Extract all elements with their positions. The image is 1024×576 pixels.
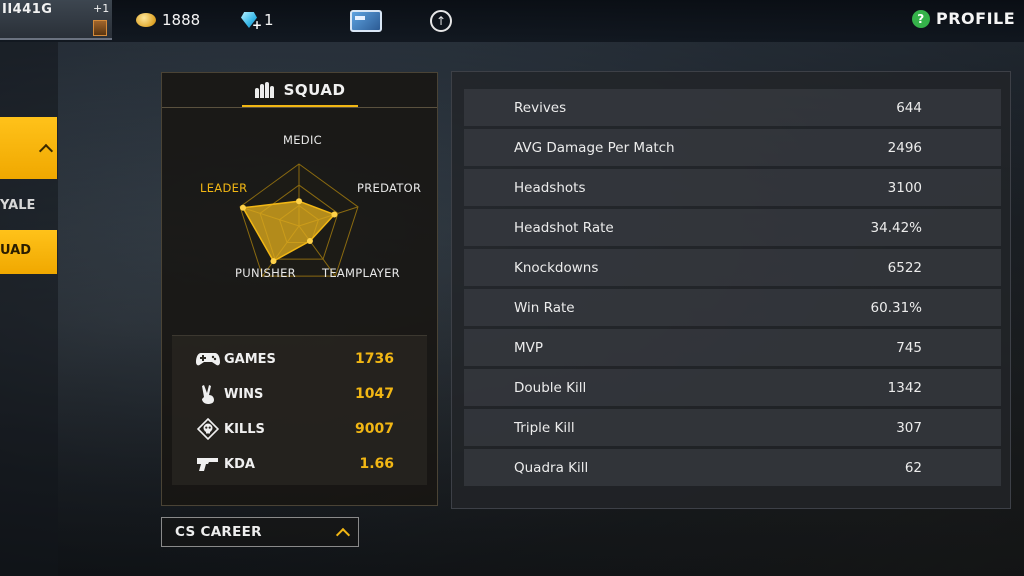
pistol-icon	[196, 455, 220, 473]
detail-row: Revives 644	[464, 89, 1001, 126]
radar-label-leader: LEADER	[200, 181, 248, 195]
radar-point	[331, 211, 338, 218]
detail-label: MVP	[514, 339, 544, 356]
radar-point	[296, 198, 302, 205]
upload-cloud-icon[interactable]: ↑	[430, 10, 452, 32]
detail-label: Revives	[514, 99, 567, 116]
detail-value: 60.31%	[870, 299, 922, 316]
stat-row-wins: WINS 1047	[172, 379, 427, 409]
mode-category-toggle[interactable]	[0, 117, 57, 179]
detail-row: Double Kill 1342	[464, 369, 1001, 406]
detail-label: Double Kill	[514, 379, 587, 396]
gold-amount: 1888	[162, 11, 201, 29]
detail-row: Knockdowns 6522	[464, 249, 1001, 286]
stat-value-wins: 1047	[355, 386, 394, 402]
divider	[162, 107, 437, 108]
gamepad-icon	[196, 350, 220, 368]
gold-counter[interactable]: 1888	[136, 11, 200, 29]
detail-row: Quadra Kill 62	[464, 449, 1001, 486]
detail-value: 745	[896, 339, 922, 356]
detail-row: Triple Kill 307	[464, 409, 1001, 446]
player-name: II441G	[2, 2, 53, 17]
detail-value: 62	[904, 459, 922, 476]
career-dropdown[interactable]: CS CAREER	[161, 517, 359, 547]
detail-row: Win Rate 60.31%	[464, 289, 1001, 326]
stat-label-wins: WINS	[224, 386, 264, 402]
detail-row: Headshot Rate 34.42%	[464, 209, 1001, 246]
detail-value: 34.42%	[870, 219, 922, 236]
radar-point	[270, 258, 277, 265]
victory-hand-icon	[196, 385, 220, 404]
squad-header[interactable]: SQUAD	[162, 73, 437, 107]
squad-title: SQUAD	[283, 81, 346, 99]
profile-button[interactable]: ? PROFILE	[912, 9, 1015, 28]
detail-value: 307	[896, 419, 922, 436]
detail-value: 1342	[887, 379, 922, 396]
rank-badge-icon	[93, 20, 107, 36]
detail-label: Headshots	[514, 179, 586, 196]
mode-item-battle-royale[interactable]: YALE	[0, 190, 57, 224]
radar-point	[306, 238, 313, 245]
stat-label-kills: KILLS	[224, 421, 265, 437]
detail-label: Triple Kill	[514, 419, 575, 436]
help-icon[interactable]: ?	[912, 9, 930, 28]
squad-icon	[254, 82, 276, 98]
radar-label-teamplayer: TEAMPLAYER	[322, 266, 400, 280]
chevron-up-icon	[38, 143, 54, 159]
detail-label: Win Rate	[514, 299, 575, 316]
radar-label-punisher: PUNISHER	[235, 266, 296, 280]
summary-stats: GAMES 1736 WINS 1047 KILLS 9007 KDA 1.66	[172, 335, 427, 485]
diamond-counter[interactable]: + 1	[240, 11, 274, 32]
stat-value-kda: 1.66	[359, 456, 394, 472]
chevron-up-icon	[335, 527, 351, 543]
detail-value: 644	[896, 99, 922, 116]
detail-value: 3100	[887, 179, 922, 196]
detail-row: AVG Damage Per Match 2496	[464, 129, 1001, 166]
stat-label-games: GAMES	[224, 351, 276, 367]
detail-value: 6522	[887, 259, 922, 276]
radar-label-medic: MEDIC	[283, 133, 322, 147]
membership-card-icon[interactable]	[350, 10, 382, 32]
detail-value: 2496	[887, 139, 922, 156]
stat-label-kda: KDA	[224, 456, 255, 472]
player-level-plus: +1	[93, 2, 110, 15]
detail-label: Quadra Kill	[514, 459, 589, 476]
radar-label-predator: PREDATOR	[357, 181, 422, 195]
radar-chart: MEDIC PREDATOR TEAMPLAYER PUNISHER LEADE…	[162, 109, 437, 355]
mode-item-squad[interactable]: UAD	[0, 230, 57, 274]
profile-label: PROFILE	[936, 9, 1016, 28]
player-tag[interactable]: II441G +1	[0, 0, 112, 40]
squad-panel: SQUAD MEDIC PREDATOR TEAMPLAYER PUNISHER…	[161, 72, 438, 506]
stat-row-kills: KILLS 9007	[172, 414, 427, 444]
diamond-plus-icon: +	[240, 12, 262, 32]
gold-coin-icon	[136, 13, 156, 27]
detail-row: MVP 745	[464, 329, 1001, 366]
stat-value-kills: 9007	[355, 421, 394, 437]
radar-point	[239, 204, 246, 211]
detail-label: Headshot Rate	[514, 219, 614, 236]
detail-label: Knockdowns	[514, 259, 599, 276]
detail-label: AVG Damage Per Match	[514, 139, 675, 156]
top-bar: II441G +1 1888 + 1 ↑ ? PROFILE	[0, 0, 1024, 42]
stat-value-games: 1736	[355, 351, 394, 367]
stat-row-kda: KDA 1.66	[172, 449, 427, 479]
detailed-stats-panel: Revives 644 AVG Damage Per Match 2496 Headsh…	[451, 71, 1011, 509]
stat-row-games: GAMES 1736	[172, 344, 427, 374]
detail-row: Headshots 3100	[464, 169, 1001, 206]
diamond-amount: 1	[264, 11, 274, 29]
career-dropdown-label: CS CAREER	[175, 524, 262, 540]
skull-icon	[196, 418, 220, 440]
